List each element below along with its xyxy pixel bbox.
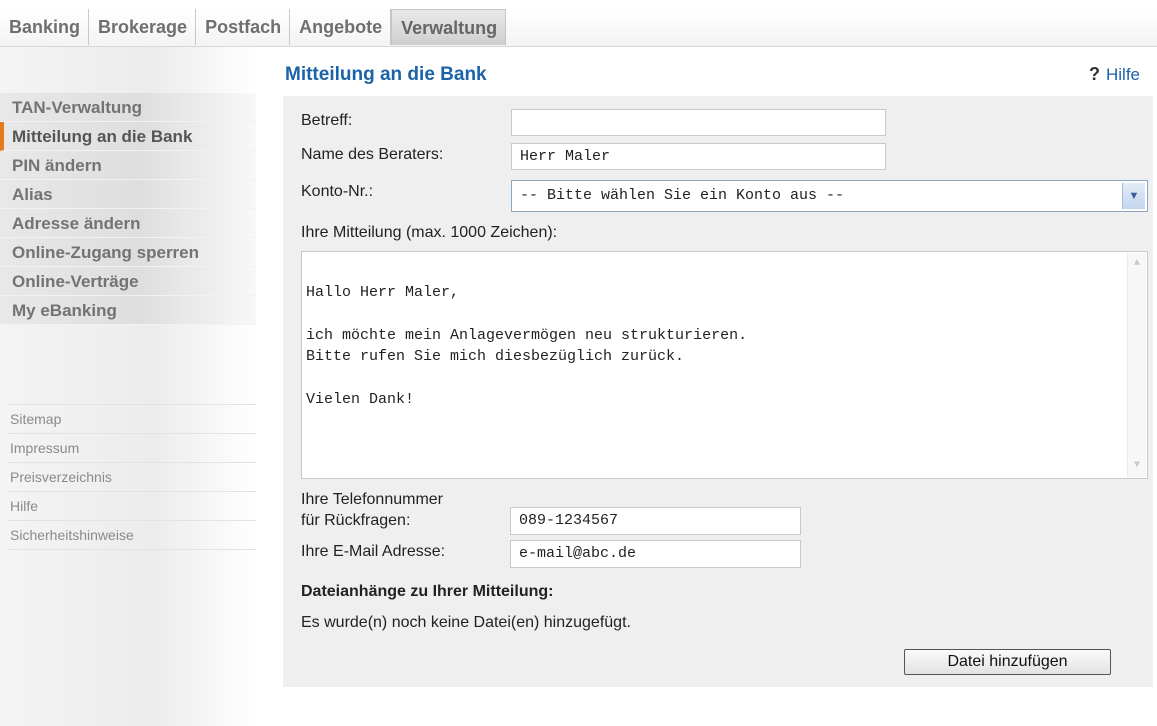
- phone-label-line2: für Rückfragen:: [301, 512, 411, 529]
- sidebar: TAN-Verwaltung Mitteilung an die Bank PI…: [0, 47, 256, 726]
- message-scrollbar[interactable]: ▲ ▼: [1127, 253, 1146, 477]
- message-textarea[interactable]: Hallo Herr Maler, ich möchte mein Anlage…: [301, 251, 1148, 479]
- chevron-down-icon[interactable]: ▼: [1122, 183, 1145, 209]
- message-form: Betreff: Name des Beraters: Herr Maler K…: [283, 96, 1153, 687]
- main-tabs: Banking Brokerage Postfach Angebote Verw…: [0, 9, 507, 45]
- tab-angebote[interactable]: Angebote: [290, 9, 392, 45]
- email-label: Ihre E-Mail Adresse:: [301, 543, 446, 560]
- message-text: Hallo Herr Maler, ich möchte mein Anlage…: [306, 283, 748, 409]
- scroll-down-icon[interactable]: ▼: [1128, 457, 1146, 475]
- phone-label-line1: Ihre Telefonnummer: [301, 491, 443, 508]
- tab-postfach[interactable]: Postfach: [196, 9, 291, 45]
- subject-label: Betreff:: [301, 112, 353, 129]
- sidebar-item-online-zugang-sperren[interactable]: Online-Zugang sperren: [0, 238, 256, 267]
- help-link[interactable]: ? Hilfe: [1089, 64, 1140, 85]
- sidebar-item-mitteilung[interactable]: Mitteilung an die Bank: [0, 122, 256, 151]
- sidebar-item-tan-verwaltung[interactable]: TAN-Verwaltung: [0, 93, 256, 122]
- sidebar-item-online-vertraege[interactable]: Online-Verträge: [0, 267, 256, 296]
- help-question-icon: ?: [1089, 64, 1100, 84]
- link-hilfe[interactable]: Hilfe: [8, 491, 256, 520]
- attachments-status: Es wurde(n) noch keine Datei(en) hinzuge…: [301, 614, 631, 631]
- attachments-title: Dateianhänge zu Ihrer Mitteilung:: [301, 583, 554, 600]
- link-sitemap[interactable]: Sitemap: [8, 404, 256, 433]
- help-label: Hilfe: [1106, 65, 1141, 84]
- sidebar-item-my-ebanking[interactable]: My eBanking: [0, 296, 256, 325]
- account-select-value: -- Bitte wählen Sie ein Konto aus --: [520, 187, 845, 204]
- sidebar-item-adresse-aendern[interactable]: Adresse ändern: [0, 209, 256, 238]
- link-sicherheitshinweise[interactable]: Sicherheitshinweise: [8, 520, 256, 550]
- account-select[interactable]: -- Bitte wählen Sie ein Konto aus -- ▼: [511, 180, 1148, 212]
- link-impressum[interactable]: Impressum: [8, 433, 256, 462]
- phone-input[interactable]: 089-1234567: [510, 507, 801, 535]
- page-title: Mitteilung an die Bank: [285, 64, 487, 85]
- footer-links: Sitemap Impressum Preisverzeichnis Hilfe…: [8, 404, 256, 550]
- link-preisverzeichnis[interactable]: Preisverzeichnis: [8, 462, 256, 491]
- message-label: Ihre Mitteilung (max. 1000 Zeichen):: [301, 224, 558, 241]
- tab-verwaltung[interactable]: Verwaltung: [391, 9, 507, 45]
- scroll-up-icon[interactable]: ▲: [1128, 255, 1146, 273]
- top-navigation: Banking Brokerage Postfach Angebote Verw…: [0, 0, 1157, 47]
- tab-banking[interactable]: Banking: [0, 9, 90, 45]
- advisor-label: Name des Beraters:: [301, 146, 444, 163]
- sidebar-nav: TAN-Verwaltung Mitteilung an die Bank PI…: [0, 93, 256, 325]
- sidebar-item-alias[interactable]: Alias: [0, 180, 256, 209]
- add-file-button[interactable]: Datei hinzufügen: [904, 649, 1111, 675]
- email-input[interactable]: e-mail@abc.de: [510, 540, 801, 568]
- account-label: Konto-Nr.:: [301, 183, 374, 200]
- subject-input[interactable]: [511, 109, 886, 136]
- advisor-input[interactable]: Herr Maler: [511, 143, 886, 170]
- tab-brokerage[interactable]: Brokerage: [89, 9, 197, 45]
- sidebar-item-pin-aendern[interactable]: PIN ändern: [0, 151, 256, 180]
